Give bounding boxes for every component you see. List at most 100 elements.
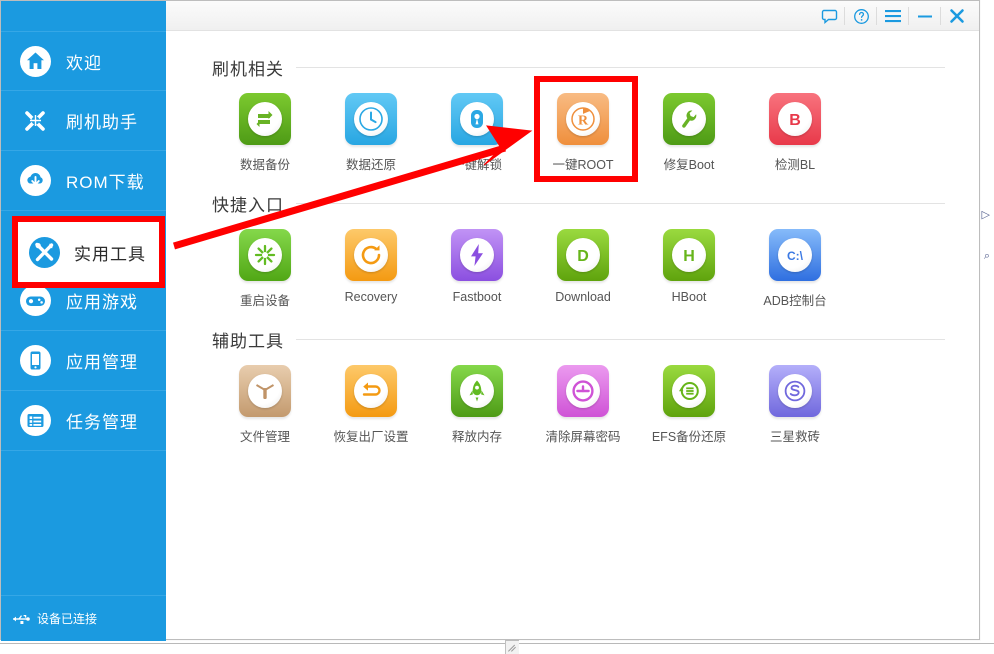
- tile-label: 检测BL: [775, 154, 815, 173]
- sidebar-item-label: 欢迎: [66, 49, 102, 74]
- tile-hboot[interactable]: H HBoot: [636, 229, 742, 309]
- resize-grip[interactable]: [505, 640, 519, 654]
- tile-efs-backup-restore[interactable]: EFS备份还原: [636, 365, 742, 445]
- tile-label: HBoot: [672, 290, 707, 304]
- minimize-icon[interactable]: [909, 1, 941, 31]
- flash-tool-icon: [19, 104, 52, 137]
- data-restore-icon: [345, 93, 397, 145]
- download-mode-icon: D: [557, 229, 609, 281]
- free-memory-icon: [451, 365, 503, 417]
- background-right-pane: ▷ ⌕: [978, 0, 994, 640]
- section-divider: [296, 67, 945, 68]
- section-title: 刷机相关: [212, 55, 284, 80]
- sidebar-item-label: 实用工具: [74, 240, 146, 265]
- tile-label: 恢复出厂设置: [333, 426, 408, 445]
- sidebar-item-label: 应用游戏: [66, 288, 138, 313]
- sidebar-item-rom-download[interactable]: ROM下载: [1, 151, 166, 211]
- tile-data-backup[interactable]: 数据备份: [212, 93, 318, 173]
- tile-label: EFS备份还原: [652, 426, 726, 445]
- sidebar-item-flash-assistant[interactable]: 刷机助手: [1, 91, 166, 151]
- svg-text:C:\: C:\: [787, 249, 804, 263]
- window-controls: [813, 1, 973, 31]
- section-title: 辅助工具: [212, 327, 284, 352]
- samsung-unbrick-icon: [769, 365, 821, 417]
- tile-factory-reset[interactable]: 恢复出厂设置: [318, 365, 424, 445]
- reboot-device-icon: [239, 229, 291, 281]
- device-status-text: 设备已连接: [37, 610, 97, 627]
- sidebar-item-label: ROM下载: [66, 168, 145, 193]
- efs-backup-restore-icon: [663, 365, 715, 417]
- tile-download-mode[interactable]: D Download: [530, 229, 636, 309]
- svg-text:B: B: [789, 112, 801, 129]
- annotation-highlight-utilities[interactable]: 实用工具: [12, 216, 165, 288]
- tile-repair-boot[interactable]: 修复Boot: [636, 93, 742, 173]
- tile-label: 一键解锁: [452, 154, 502, 173]
- tile-detect-bl[interactable]: B 检测BL: [742, 93, 848, 173]
- close-icon[interactable]: [941, 1, 973, 31]
- tile-label: 三星救砖: [770, 426, 820, 445]
- tile-clear-screen-lock[interactable]: 清除屏幕密码: [530, 365, 636, 445]
- tile-label: 一键ROOT: [552, 154, 613, 173]
- tile-recovery[interactable]: Recovery: [318, 229, 424, 309]
- section-title: 快捷入口: [212, 191, 284, 216]
- section-quick-entry: 快捷入口 重启设备 Recovery: [212, 189, 979, 309]
- data-backup-icon: [239, 93, 291, 145]
- tile-label: 清除屏幕密码: [545, 426, 620, 445]
- tile-label: Recovery: [345, 290, 398, 304]
- svg-text:D: D: [577, 248, 589, 265]
- sidebar-item-label: 刷机助手: [66, 108, 138, 133]
- hboot-icon: H: [663, 229, 715, 281]
- section-divider: [296, 203, 945, 204]
- task-list-icon: [19, 404, 52, 437]
- sidebar-item-label: 应用管理: [66, 348, 138, 373]
- repair-boot-icon: [663, 93, 715, 145]
- one-key-unlock-icon: [451, 93, 503, 145]
- tile-free-memory[interactable]: 释放内存: [424, 365, 530, 445]
- svg-text:R: R: [578, 114, 589, 129]
- tile-label: Download: [555, 290, 611, 304]
- svg-text:H: H: [683, 248, 695, 265]
- tile-data-restore[interactable]: 数据还原: [318, 93, 424, 173]
- sidebar-item-task-management[interactable]: 任务管理: [1, 391, 166, 451]
- tile-fastboot[interactable]: Fastboot: [424, 229, 530, 309]
- tile-reboot-device[interactable]: 重启设备: [212, 229, 318, 309]
- sidebar-item-app-management[interactable]: 应用管理: [1, 331, 166, 391]
- sidebar: 欢迎 刷机助手 ROM下载 实用工具: [1, 1, 166, 641]
- tile-one-key-unlock[interactable]: 一键解锁: [424, 93, 530, 173]
- one-key-root-icon: R: [557, 93, 609, 145]
- clear-screen-lock-icon: [557, 365, 609, 417]
- section-flash-related: 刷机相关 数据备份 数据还原: [212, 53, 979, 173]
- menu-icon[interactable]: [877, 1, 909, 31]
- usb-icon: [11, 612, 31, 626]
- detect-bl-icon: B: [769, 93, 821, 145]
- tool-panel: 刷机相关 数据备份 数据还原: [166, 31, 979, 639]
- tile-label: Fastboot: [453, 290, 502, 304]
- section-auxiliary-tools: 辅助工具 文件管理 恢复出厂设置: [212, 325, 979, 445]
- tile-samsung-unbrick[interactable]: 三星救砖: [742, 365, 848, 445]
- tile-label: 文件管理: [240, 426, 290, 445]
- tile-label: 数据还原: [346, 154, 396, 173]
- tile-adb-console[interactable]: C:\ ADB控制台: [742, 229, 848, 309]
- recovery-icon: [345, 229, 397, 281]
- download-cloud-icon: [19, 164, 52, 197]
- tile-one-key-root[interactable]: R 一键ROOT: [530, 93, 636, 173]
- tile-grid: 文件管理 恢复出厂设置 释放内存: [212, 353, 979, 445]
- tile-label: 释放内存: [452, 426, 502, 445]
- home-icon: [19, 45, 52, 78]
- feedback-icon[interactable]: [813, 1, 845, 31]
- tools-icon: [28, 236, 61, 269]
- section-divider: [296, 339, 945, 340]
- tile-label: 数据备份: [240, 154, 290, 173]
- tile-label: 重启设备: [240, 290, 290, 309]
- sidebar-item-label: 任务管理: [66, 408, 138, 433]
- gamepad-icon: [19, 284, 52, 317]
- tile-label: 修复Boot: [664, 154, 715, 173]
- fastboot-icon: [451, 229, 503, 281]
- help-icon[interactable]: [845, 1, 877, 31]
- sidebar-item-welcome[interactable]: 欢迎: [1, 31, 166, 91]
- section-header: 辅助工具: [212, 325, 979, 353]
- background-bottom-edge: [0, 643, 994, 644]
- application-window: 欢迎 刷机助手 ROM下载 实用工具: [0, 0, 980, 640]
- file-manager-icon: [239, 365, 291, 417]
- tile-file-manager[interactable]: 文件管理: [212, 365, 318, 445]
